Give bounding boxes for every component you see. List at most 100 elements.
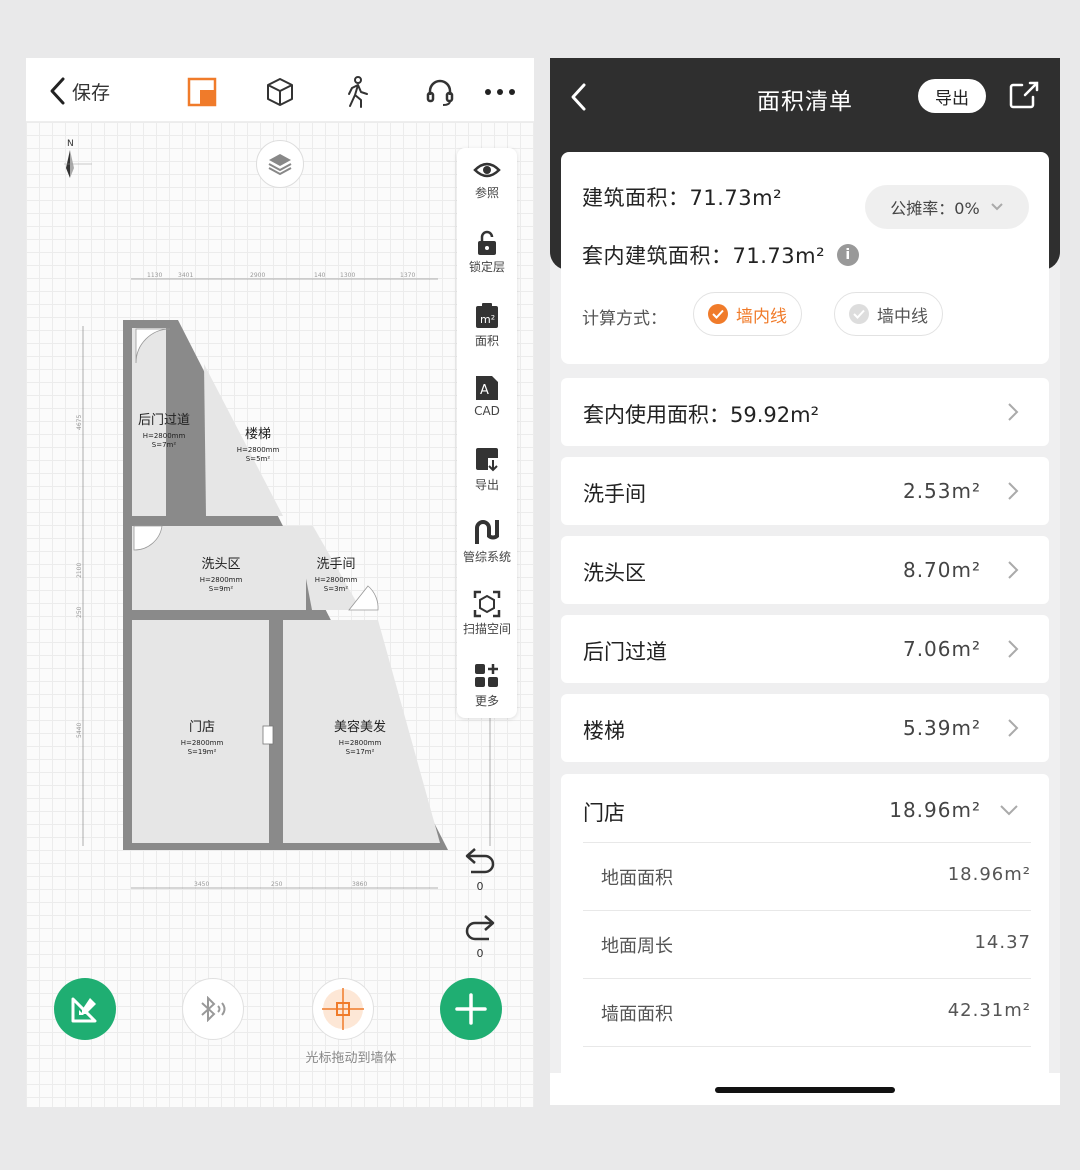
calc-option-center-line[interactable]: 墙中线 xyxy=(834,292,943,336)
usable-area-label: 套内使用面积：59.92m² xyxy=(583,403,819,427)
calc-option-label: 墙中线 xyxy=(877,306,928,327)
room-row-back-corridor[interactable]: 后门过道 7.06m² xyxy=(561,615,1049,683)
detail-row-wall-area: 墙面面积 42.31m² xyxy=(583,978,1031,1046)
bluetooth-icon xyxy=(201,996,226,1022)
chevron-right-icon xyxy=(1008,561,1019,579)
dim-top-4: 140 xyxy=(314,272,326,279)
room-s-store: S=19m² xyxy=(188,748,217,756)
chevron-down-icon[interactable] xyxy=(999,804,1019,816)
room-label-beauty: 美容美发 xyxy=(334,719,386,735)
calc-method-label: 计算方式： xyxy=(582,309,667,329)
room-h-restroom: H=2800mm xyxy=(315,576,358,584)
room-label-back-corridor: 后门过道 xyxy=(138,413,190,428)
measure-button[interactable] xyxy=(54,978,116,1040)
chevron-right-icon xyxy=(1008,640,1019,658)
area-icon: m² xyxy=(476,303,498,328)
room-name: 洗手间 xyxy=(583,482,646,506)
tool-label: 管综系统 xyxy=(462,550,511,564)
room-name: 楼梯 xyxy=(583,719,625,743)
calc-option-inner-line[interactable]: 墙内线 xyxy=(693,292,802,336)
chevron-right-icon xyxy=(1008,719,1019,737)
undo-icon xyxy=(465,848,495,874)
cursor-snap-button[interactable] xyxy=(312,978,374,1040)
dim-left-2: 2100 xyxy=(76,563,83,578)
room-area: 7.06m² xyxy=(902,637,981,661)
redo-button[interactable]: 0 xyxy=(460,913,500,960)
tool-pipe-system[interactable]: 管综系统 xyxy=(457,510,517,576)
room-s-restroom: S=3m² xyxy=(324,585,349,593)
checked-icon xyxy=(708,304,728,324)
home-indicator[interactable] xyxy=(715,1087,895,1093)
dim-top-3: 2900 xyxy=(250,272,265,279)
bluetooth-button[interactable] xyxy=(182,978,244,1040)
svg-text:m²: m² xyxy=(480,313,495,326)
room-label-stairs: 楼梯 xyxy=(245,427,271,442)
share-icon xyxy=(1009,81,1039,109)
room-s-back-corridor: S=7m² xyxy=(152,441,177,449)
tool-label: 更多 xyxy=(474,694,499,708)
add-button[interactable] xyxy=(440,978,502,1040)
tool-more[interactable]: 更多 xyxy=(457,654,517,720)
undo-count: 0 xyxy=(476,880,484,893)
export-button[interactable]: 导出 xyxy=(918,79,986,113)
room-row-stairs[interactable]: 楼梯 5.39m² xyxy=(561,694,1049,762)
room-row-restroom[interactable]: 洗手间 2.53m² xyxy=(561,457,1049,525)
pipe-icon xyxy=(475,520,499,544)
floorplan-editor: 保存 N 1130 3401 2900 140 1300 1370 3450 2… xyxy=(26,58,534,1107)
dim-bottom-3: 3860 xyxy=(352,881,367,888)
room-row-wash-area[interactable]: 洗头区 8.70m² xyxy=(561,536,1049,604)
crosshair-icon xyxy=(322,988,364,1030)
tool-reference[interactable]: 参照 xyxy=(457,150,517,216)
eye-icon xyxy=(473,162,501,178)
dim-top-6: 1370 xyxy=(400,272,415,279)
calc-option-label: 墙内线 xyxy=(736,306,787,327)
detail-label: 地面面积 xyxy=(601,868,673,889)
tool-export[interactable]: 导出 xyxy=(457,438,517,504)
plus-icon xyxy=(455,993,487,1025)
room-h-wash-area: H=2800mm xyxy=(200,576,243,584)
dim-top-5: 1300 xyxy=(340,272,355,279)
cad-icon: A xyxy=(476,376,498,400)
tool-cad[interactable]: A CAD xyxy=(457,366,517,432)
more-icon xyxy=(475,664,498,687)
tool-label: 面积 xyxy=(474,334,499,348)
info-icon[interactable]: i xyxy=(837,244,859,266)
undo-button[interactable]: 0 xyxy=(460,846,500,893)
share-rate-dropdown[interactable]: 公摊率：0% xyxy=(865,185,1029,229)
dim-bottom-2: 250 xyxy=(271,881,283,888)
room-h-beauty: H=2800mm xyxy=(339,739,382,747)
dim-top-2: 3401 xyxy=(178,272,193,279)
tool-area[interactable]: m² 面积 xyxy=(457,294,517,360)
export-icon xyxy=(476,448,498,472)
room-s-stairs: S=5m² xyxy=(246,455,271,463)
tool-label: CAD xyxy=(474,404,500,418)
chevron-down-icon xyxy=(990,203,1003,211)
inner-building-area: 套内建筑面积：71.73m² i xyxy=(582,240,859,270)
usable-area-row[interactable]: 套内使用面积：59.92m² xyxy=(561,378,1049,446)
share-button[interactable] xyxy=(1008,80,1040,114)
detail-row-floor-area: 地面面积 18.96m² xyxy=(583,842,1031,910)
unchecked-icon xyxy=(849,304,869,324)
dim-left-4: 5440 xyxy=(76,723,83,738)
tool-lock-layer[interactable]: 锁定层 xyxy=(457,222,517,288)
dim-left-3: 250 xyxy=(76,606,83,618)
detail-value: 14.37 xyxy=(974,932,1031,953)
tool-panel: 参照 锁定层 m² 面积 A CAD 导出 管综系统 扫描空间 更多 xyxy=(457,148,517,718)
room-s-beauty: S=17m² xyxy=(346,748,375,756)
redo-icon xyxy=(465,915,495,941)
share-rate-value: 公摊率：0% xyxy=(890,199,980,218)
tool-scan-space[interactable]: 扫描空间 xyxy=(457,582,517,648)
ruler-triangle-icon xyxy=(71,997,97,1023)
detail-label: 墙面面积 xyxy=(601,1004,673,1025)
room-label-restroom: 洗手间 xyxy=(316,557,355,572)
area-summary-card: 建筑面积：71.73m² 公摊率：0% 套内建筑面积：71.73m² i 计算方… xyxy=(561,152,1049,364)
chevron-right-icon xyxy=(1008,403,1019,421)
room-name[interactable]: 门店 xyxy=(583,797,625,827)
room-row-store-expanded: 门店 18.96m² 地面面积 18.96m² 地面周长 14.37 墙面面积 … xyxy=(561,774,1049,1105)
room-area: 8.70m² xyxy=(902,558,981,582)
building-area: 建筑面积：71.73m² xyxy=(582,186,782,210)
room-area: 5.39m² xyxy=(902,716,981,740)
area-list-screen: 面积清单 导出 建筑面积：71.73m² 公摊率：0% 套内建筑面积：71.73… xyxy=(550,58,1060,1105)
room-name: 后门过道 xyxy=(583,640,667,664)
room-area: 2.53m² xyxy=(902,479,981,503)
